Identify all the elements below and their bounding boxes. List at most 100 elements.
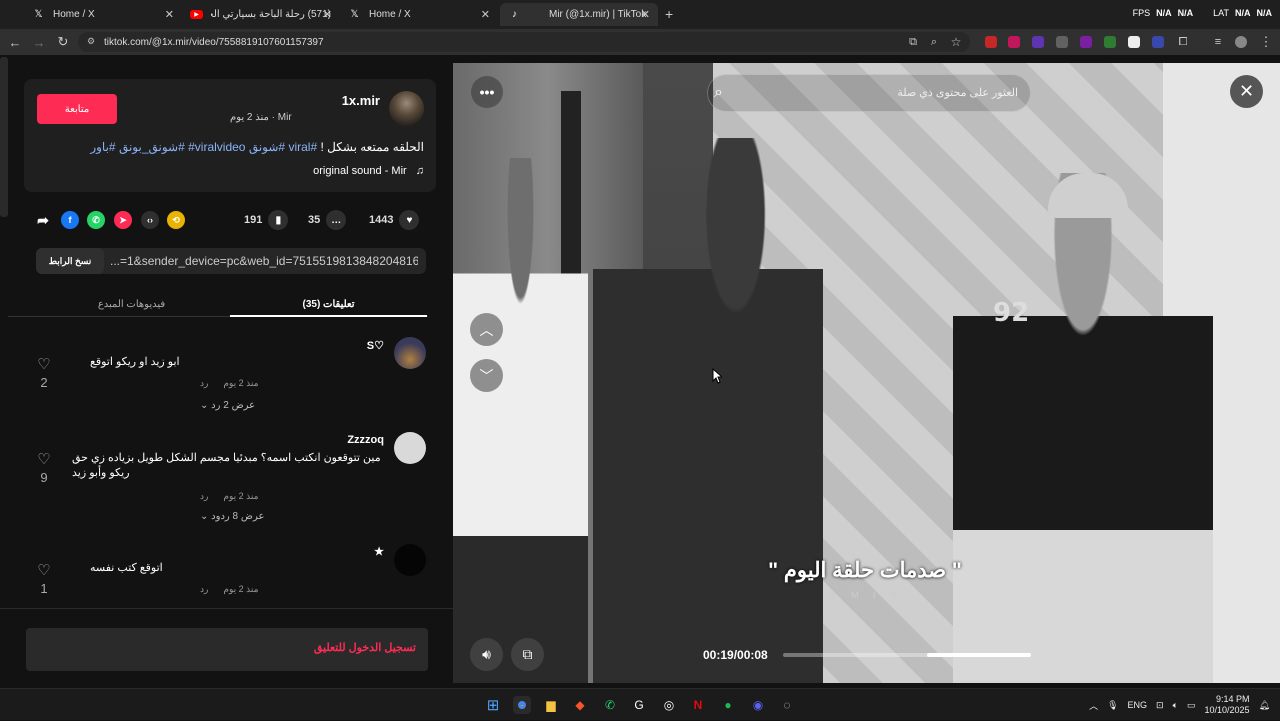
commenter-name[interactable]: ★ <box>200 545 384 558</box>
like-count: 1443 <box>369 214 394 226</box>
extension-icon[interactable] <box>1080 36 1092 48</box>
jersey-number: 92 <box>993 298 1030 328</box>
author-username[interactable]: 1x.mir <box>230 93 380 108</box>
extension-icon[interactable] <box>1128 36 1140 48</box>
close-icon[interactable]: ✕ <box>323 8 332 21</box>
bookmark-star-icon[interactable]: ☆ <box>948 34 964 50</box>
video-person <box>953 173 1213 683</box>
login-to-comment-link[interactable]: تسجيل الدخول للتعليق <box>26 641 416 654</box>
repost-icon[interactable]: ⟲ <box>167 211 185 229</box>
share-link-text[interactable]: ...=1&sender_device=pc&web_id=7515519813… <box>110 254 418 268</box>
commenter-avatar[interactable] <box>394 432 426 464</box>
reading-list-icon[interactable]: ≡ <box>1210 34 1226 50</box>
reply-button[interactable]: رد <box>200 378 208 388</box>
file-explorer-icon[interactable]: ▆ <box>542 696 560 714</box>
related-search-placeholder[interactable]: العثور على محتوى ذي صلة <box>760 86 1018 99</box>
comment-bubble-icon: … <box>326 210 347 230</box>
windows-start-icon[interactable]: ⊞ <box>484 696 502 714</box>
comment-action[interactable]: 35 … <box>308 210 347 230</box>
close-icon[interactable]: ✕ <box>165 8 174 21</box>
save-action[interactable]: 191 ▮ <box>244 210 289 230</box>
chevron-down-icon: ⌄ <box>200 511 209 522</box>
sound-link[interactable]: original sound - Mir ♫ <box>30 165 424 177</box>
more-options-button[interactable]: ••• <box>471 76 503 108</box>
commenter-name[interactable]: S♡ <box>200 339 384 352</box>
clock[interactable]: 9:14 PM 10/10/2025 <box>1205 694 1250 716</box>
brave-icon[interactable]: ◆ <box>571 696 589 714</box>
close-icon[interactable]: ✕ <box>641 8 650 21</box>
close-video-button[interactable]: ✕ <box>1230 75 1263 108</box>
menu-kebab-icon[interactable]: ⋮ <box>1258 34 1274 50</box>
tab-x-home-1[interactable]: 𝕏 Home / X ✕ <box>24 3 182 26</box>
video-progress-bar[interactable] <box>783 653 1031 657</box>
extension-icon[interactable] <box>1032 36 1044 48</box>
discord-icon[interactable]: ◉ <box>749 696 767 714</box>
spotify-icon[interactable]: ● <box>719 696 737 714</box>
lat-value: N/A <box>1235 8 1251 18</box>
more-dots-icon: ••• <box>479 84 495 100</box>
tab-x-home-2[interactable]: 𝕏 Home / X ✕ <box>340 3 498 26</box>
tab-youtube[interactable]: ▶ (571) رحلة الباحة بسيارتي الجديدة ✕ <box>182 3 340 26</box>
extensions-puzzle-icon[interactable]: ⧠ <box>1175 34 1191 50</box>
comment-like-icon[interactable]: ♡ <box>34 561 54 579</box>
notification-icon[interactable]: 🔔︎ <box>1259 700 1270 711</box>
commenter-name[interactable]: Zzzzoq <box>200 434 384 446</box>
picture-in-picture-button[interactable]: ⧉ <box>511 638 544 671</box>
caption-text: الحلقه ممتعه بشكل ! <box>317 140 424 154</box>
site-info-icon[interactable]: ⚙ <box>87 36 95 47</box>
commenter-avatar[interactable] <box>394 337 426 369</box>
cast-icon[interactable]: ⧉ <box>905 34 921 50</box>
volume-button[interactable]: 🔊︎ <box>470 638 503 671</box>
reload-icon[interactable]: ↻ <box>55 34 71 50</box>
extension-icon[interactable] <box>985 36 997 48</box>
send-icon[interactable]: ➤ <box>114 211 132 229</box>
tab-tiktok[interactable]: ♪ Mir (@1x.mir) | TikTok ✕ <box>500 3 658 26</box>
extension-icon[interactable] <box>1008 36 1020 48</box>
scrollbar[interactable] <box>0 57 8 217</box>
extension-icon[interactable] <box>1104 36 1116 48</box>
comment-like-icon[interactable]: ♡ <box>34 355 54 373</box>
app-icon[interactable]: ◌ <box>778 696 796 714</box>
chrome-icon[interactable] <box>513 696 531 714</box>
whatsapp-icon[interactable]: ✆ <box>601 696 619 714</box>
copy-link-button[interactable]: نسخ الرابط <box>36 248 104 274</box>
url-field[interactable]: ⚙ tiktok.com/@1x.mir/video/7558819107601… <box>78 32 970 52</box>
reply-button[interactable]: رد <box>200 491 208 501</box>
tab-comments[interactable]: تعليقات (35) <box>230 292 427 316</box>
next-video-button[interactable]: ﹀ <box>470 359 503 392</box>
search-icon[interactable]: ⌕ <box>714 84 723 102</box>
netflix-icon[interactable]: N <box>689 696 707 714</box>
profile-avatar[interactable] <box>1235 36 1247 48</box>
share-arrow-icon[interactable]: ➦ <box>34 211 52 229</box>
new-tab-button[interactable]: + <box>665 6 673 22</box>
commenter-avatar[interactable] <box>394 544 426 576</box>
extension-icon[interactable] <box>1056 36 1068 48</box>
zoom-icon[interactable]: ⌕ <box>926 34 942 50</box>
battery-icon[interactable]: ▭ <box>1187 700 1196 711</box>
like-action[interactable]: 1443 ♥ <box>369 210 420 230</box>
view-replies-button[interactable]: عرض 2 رد ⌄ <box>200 400 384 411</box>
comment-like-icon[interactable]: ♡ <box>34 450 54 468</box>
volume-icon[interactable]: 🔈︎ <box>1173 700 1178 711</box>
app-icon[interactable]: ◎ <box>660 696 678 714</box>
app-icon[interactable]: G <box>630 696 648 714</box>
reply-button[interactable]: رد <box>200 584 208 594</box>
whatsapp-icon[interactable]: ✆ <box>87 211 105 229</box>
follow-button[interactable]: متابعة <box>37 94 117 124</box>
previous-video-button[interactable]: ︿ <box>470 313 503 346</box>
address-bar-row: ← → ↻ ⚙ tiktok.com/@1x.mir/video/7558819… <box>0 29 1280 55</box>
tab-creator-videos[interactable]: فيديوهات المبدع <box>33 292 230 316</box>
extension-icon[interactable] <box>1152 36 1164 48</box>
view-replies-button[interactable]: عرض 8 ردود ⌄ <box>200 511 384 522</box>
network-icon[interactable]: ⊡ <box>1156 700 1164 711</box>
chevron-up-icon[interactable]: ︿ <box>1089 699 1098 712</box>
caption-tags[interactable]: #viral #شونق viralvideo# #شونق_بونق #باو… <box>90 140 317 154</box>
close-icon[interactable]: ✕ <box>481 8 490 21</box>
back-icon[interactable]: ← <box>7 34 23 50</box>
author-avatar[interactable] <box>389 91 424 126</box>
forward-icon[interactable]: → <box>31 34 47 50</box>
microphone-icon[interactable]: 🎙︎ <box>1107 700 1118 711</box>
facebook-icon[interactable]: f <box>61 211 79 229</box>
embed-code-icon[interactable]: ‹› <box>141 211 159 229</box>
language-indicator[interactable]: ENG <box>1128 700 1148 710</box>
